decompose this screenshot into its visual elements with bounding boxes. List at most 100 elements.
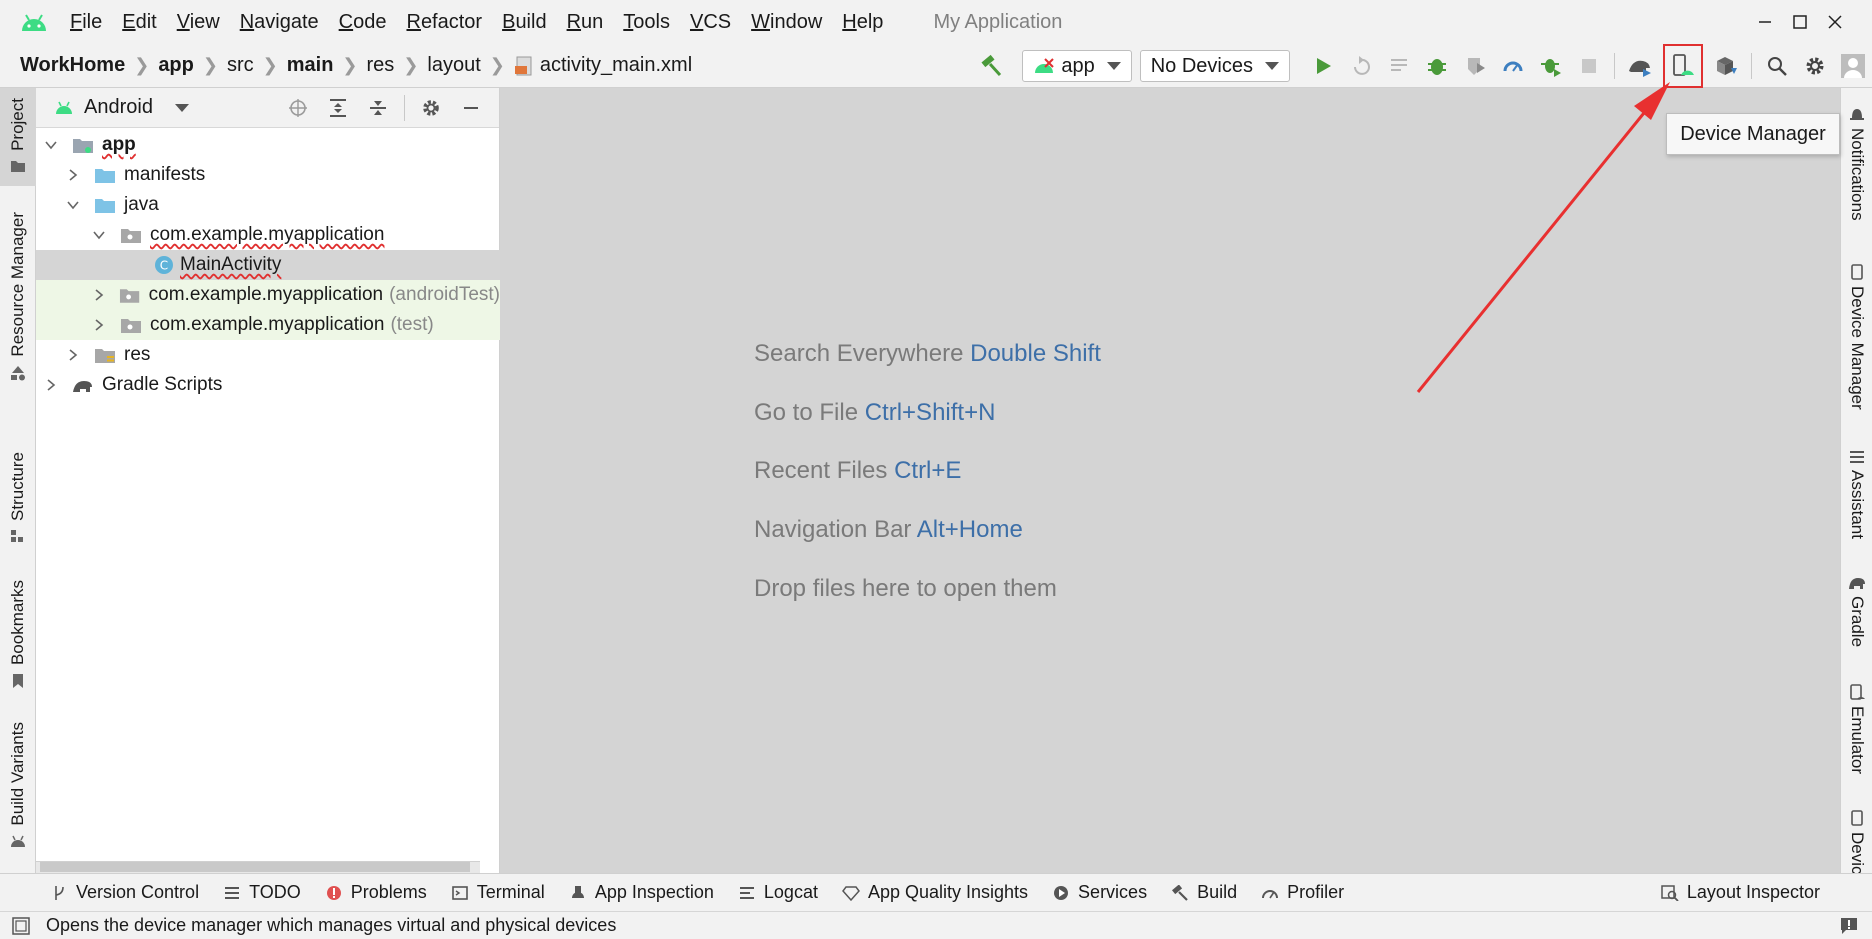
menu-window[interactable]: Window — [751, 11, 822, 34]
tab-app-quality-insights[interactable]: App Quality Insights — [841, 882, 1029, 903]
breadcrumb-layout[interactable]: layout — [427, 54, 480, 77]
tab-services[interactable]: Services — [1052, 882, 1147, 903]
title-bar: File Edit View Navigate Code Refactor Bu… — [0, 0, 1872, 44]
status-bar: Opens the device manager which manages v… — [0, 911, 1872, 939]
scrollbar-thumb[interactable] — [40, 862, 470, 872]
debug-button[interactable] — [1422, 51, 1452, 81]
tree-item-app[interactable]: app — [36, 130, 500, 160]
gradle-elephant-icon — [1849, 578, 1865, 589]
tab-app-inspection[interactable]: App Inspection — [569, 882, 714, 903]
horizontal-scrollbar[interactable] — [36, 861, 480, 873]
collapse-all-button[interactable] — [363, 93, 393, 123]
toggle-tool-windows-icon[interactable] — [12, 916, 30, 935]
menu-view[interactable]: View — [177, 11, 220, 34]
gauge-icon — [1261, 884, 1279, 902]
tab-project[interactable]: Project — [0, 88, 36, 186]
gauge-icon — [1503, 61, 1523, 72]
tab-bookmarks[interactable]: Bookmarks — [0, 580, 36, 694]
run-with-coverage-button[interactable] — [1460, 51, 1490, 81]
tab-gradle-label: Gradle — [1848, 596, 1867, 648]
menu-run[interactable]: Run — [567, 11, 604, 34]
menu-file[interactable]: File — [70, 11, 102, 34]
breadcrumb-src[interactable]: src — [227, 54, 254, 77]
menu-navigate[interactable]: Navigate — [240, 11, 319, 34]
toolbar-divider — [1614, 53, 1615, 79]
build-hammer-button[interactable] — [976, 51, 1006, 81]
tree-item-mainactivity[interactable]: C MainActivity — [36, 250, 500, 280]
tree-item-gradle-scripts[interactable]: Gradle Scripts — [36, 370, 500, 400]
menu-edit[interactable]: Edit — [122, 11, 156, 34]
sdk-manager-button[interactable] — [1711, 51, 1741, 81]
chevron-down-icon[interactable] — [174, 103, 189, 112]
apply-changes-button[interactable] — [1346, 51, 1376, 81]
breadcrumb-res[interactable]: res — [367, 54, 395, 77]
breadcrumb-module[interactable]: app — [158, 54, 194, 77]
tree-item-label: com.example.myapplication — [150, 224, 385, 245]
class-icon: C — [155, 256, 173, 274]
tab-device-manager[interactable]: Device Manager — [1841, 264, 1872, 414]
run-config-select[interactable]: app — [1022, 50, 1132, 82]
tree-item-label: Gradle Scripts — [102, 374, 223, 395]
tab-notifications-label: Notifications — [1848, 128, 1867, 221]
tree-item-res[interactable]: res — [36, 340, 500, 370]
tab-build[interactable]: Build — [1171, 882, 1237, 903]
list-icon — [223, 884, 241, 902]
stop-button[interactable] — [1574, 51, 1604, 81]
tab-label: App Quality Insights — [867, 882, 1029, 902]
tab-version-control[interactable]: Version Control — [50, 882, 199, 903]
menu-build[interactable]: Build — [502, 11, 546, 34]
menu-tools[interactable]: Tools — [623, 11, 670, 34]
inspection-icon — [569, 884, 587, 902]
tab-label: Services — [1078, 882, 1148, 902]
panel-options-button[interactable] — [416, 93, 446, 123]
breadcrumb-project[interactable]: WorkHome — [20, 54, 125, 77]
menu-refactor[interactable]: Refactor — [406, 11, 482, 34]
run-button[interactable] — [1308, 51, 1338, 81]
tab-build-variants[interactable]: Build Variants — [0, 722, 36, 862]
tab-problems[interactable]: Problems — [325, 882, 427, 903]
breadcrumb-file[interactable]: activity_main.xml — [540, 54, 692, 77]
profile-button[interactable] — [1498, 51, 1528, 81]
tab-gradle[interactable]: Gradle — [1841, 576, 1872, 666]
tab-device-file-explorer[interactable]: Device File Explorer — [1841, 810, 1872, 873]
expand-all-button[interactable] — [323, 93, 353, 123]
sync-gradle-button[interactable] — [1625, 51, 1655, 81]
tree-item-package-test[interactable]: com.example.myapplication (test) — [36, 310, 500, 340]
tab-label: Problems — [350, 882, 427, 902]
menu-help[interactable]: Help — [842, 11, 883, 34]
tree-item-package[interactable]: com.example.myapplication — [36, 220, 500, 250]
locate-file-button[interactable] — [283, 93, 313, 123]
tab-todo[interactable]: TODO — [223, 882, 301, 903]
apply-code-changes-button[interactable] — [1384, 51, 1414, 81]
settings-button[interactable] — [1800, 51, 1830, 81]
project-view-mode-select[interactable]: Android — [84, 96, 153, 119]
tab-assistant[interactable]: Assistant — [1841, 450, 1872, 560]
package-icon — [121, 228, 141, 243]
device-select[interactable]: No Devices — [1139, 50, 1290, 82]
editor-empty-area: Search Everywhere Double Shift Go to Fil… — [500, 88, 1840, 873]
chevron-right-icon — [47, 379, 56, 391]
tab-logcat[interactable]: Logcat — [738, 882, 818, 903]
tab-profiler[interactable]: Profiler — [1261, 882, 1344, 903]
tab-label: Logcat — [763, 882, 818, 902]
tree-item-package-androidtest[interactable]: com.example.myapplication (androidTest) — [36, 280, 500, 310]
breadcrumb-main[interactable]: main — [287, 54, 334, 77]
tab-emulator[interactable]: Emulator — [1841, 684, 1872, 794]
tab-terminal[interactable]: Terminal — [451, 882, 545, 903]
menu-vcs[interactable]: VCS — [690, 11, 731, 34]
tab-resource-manager[interactable]: Resource Manager — [0, 212, 36, 382]
close-window-button[interactable] — [1802, 0, 1868, 44]
attach-debugger-button[interactable] — [1536, 51, 1566, 81]
search-everywhere-button[interactable] — [1762, 51, 1792, 81]
event-log-icon[interactable] — [1840, 917, 1858, 935]
tab-layout-inspector[interactable]: Layout Inspector — [1661, 882, 1820, 903]
tab-notifications[interactable]: Notifications — [1841, 106, 1872, 236]
tab-structure[interactable]: Structure — [0, 452, 36, 552]
device-manager-button[interactable] — [1663, 44, 1703, 88]
hint-shortcut: Double Shift — [970, 340, 1101, 367]
menu-code[interactable]: Code — [339, 11, 387, 34]
tree-item-manifests[interactable]: manifests — [36, 160, 500, 190]
tree-item-java[interactable]: java — [36, 190, 500, 220]
account-button[interactable] — [1838, 51, 1868, 81]
hide-panel-button[interactable] — [456, 93, 486, 123]
